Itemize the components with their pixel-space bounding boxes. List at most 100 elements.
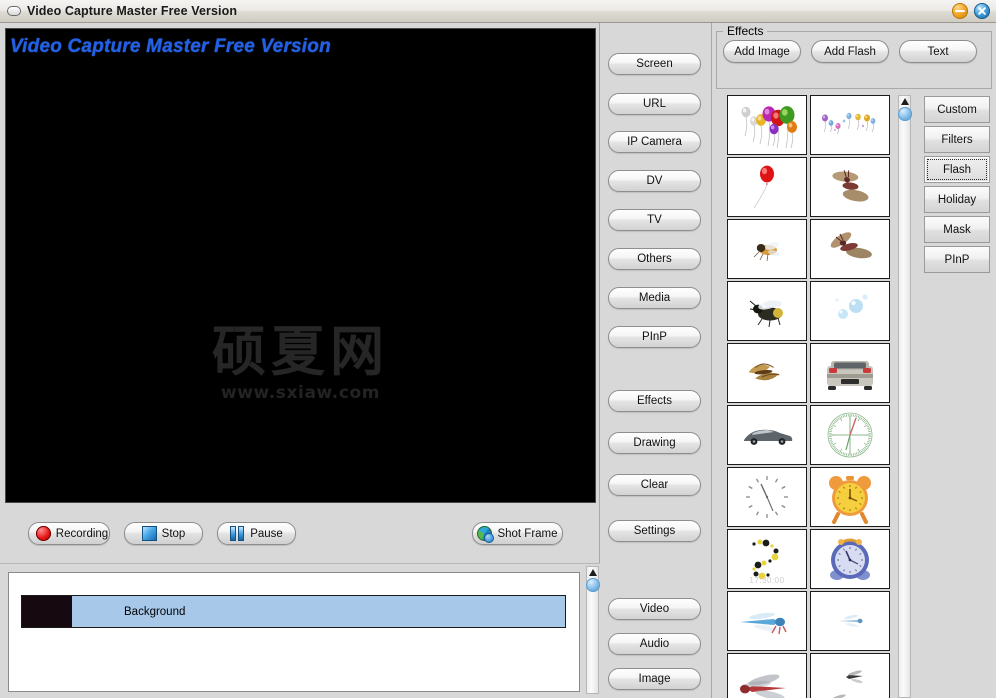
pause-button[interactable]: Pause (217, 522, 296, 545)
shot-frame-button[interactable]: Shot Frame (472, 522, 563, 545)
category-button-label: Filters (941, 133, 973, 146)
track-label: Background (124, 605, 186, 618)
output-button-image[interactable]: Image (608, 668, 701, 690)
effect-thumbnail-moth-side[interactable] (810, 219, 890, 279)
watermark-text-url: www.sxiaw.com (220, 383, 381, 403)
source-button-label: Screen (636, 58, 673, 70)
effect-thumbnail-balloons-cluster[interactable] (727, 95, 807, 155)
timeline-canvas[interactable]: Background (8, 572, 580, 692)
watermark: 硕夏网 www.sxiaw.com (6, 320, 595, 404)
source-button-label: IP Camera (627, 136, 682, 148)
window-title: Video Capture Master Free Version (27, 4, 238, 18)
effect-thumbnail-bubbles[interactable] (810, 281, 890, 341)
output-button-label: Video (639, 603, 670, 615)
source-button-label: URL (642, 98, 666, 110)
add-image-button[interactable]: Add Image (723, 40, 801, 63)
timeline-scrollbar[interactable] (586, 566, 600, 694)
add-flash-button[interactable]: Add Flash (811, 40, 889, 63)
source-button-label: TV (647, 214, 662, 226)
output-button-label: Audio (639, 638, 670, 650)
source-button-label: Others (637, 253, 672, 265)
effect-thumbnail-butterfly-brown[interactable] (727, 343, 807, 403)
track-thumbnail (22, 596, 72, 627)
scroll-up-arrow-icon[interactable] (589, 569, 597, 576)
source-button-label: PInP (642, 331, 667, 343)
close-button[interactable] (974, 3, 990, 19)
effect-thumbnail-dragonfly-small[interactable] (810, 591, 890, 651)
effect-thumbnail-dragonfly-blue[interactable] (727, 591, 807, 651)
output-button-audio[interactable]: Audio (608, 633, 701, 655)
video-overlay-title: Video Capture Master Free Version (10, 36, 331, 57)
source-button-dv[interactable]: DV (608, 170, 701, 192)
category-button-mask[interactable]: Mask (924, 216, 990, 243)
source-button-pinp[interactable]: PInP (608, 326, 701, 348)
effect-thumbnail-digital-clock[interactable]: 17:30:00 (727, 529, 807, 589)
effect-thumbnail-dragonfly-pair[interactable] (810, 653, 890, 698)
text-button[interactable]: Text (899, 40, 977, 63)
category-button-label: PInP (944, 253, 970, 266)
tool-button-label: Settings (633, 525, 676, 537)
output-button-label: Image (638, 673, 671, 685)
scroll-up-arrow-icon[interactable] (901, 98, 909, 105)
effect-thumbnail-car-rear[interactable] (810, 343, 890, 403)
minimize-button[interactable] (952, 3, 968, 19)
source-button-ip-camera[interactable]: IP Camera (608, 131, 701, 153)
effect-thumbnail-bee-small[interactable] (727, 219, 807, 279)
tool-button-drawing[interactable]: Drawing (608, 432, 701, 454)
tool-button-label: Drawing (633, 437, 676, 449)
video-preview[interactable]: Video Capture Master Free Version 硕夏网 ww… (5, 28, 596, 503)
effect-thumbnail-single-red-balloon[interactable] (727, 157, 807, 217)
effect-category-column: Custom Filters Flash Holiday Mask PInP (922, 96, 992, 286)
effects-scrollbar[interactable] (898, 95, 912, 698)
app-window: Video Capture Master Free Version Video … (0, 0, 996, 698)
window-menu-icon[interactable] (7, 6, 21, 16)
effects-legend: Effects (723, 24, 768, 38)
effect-thumbnail-dragonfly-red[interactable] (727, 653, 807, 698)
scroll-thumb[interactable] (586, 578, 600, 592)
effect-thumbnail-car-side[interactable] (727, 405, 807, 465)
source-button-label: Media (638, 292, 671, 304)
stop-button[interactable]: Stop (124, 522, 203, 545)
preview-pane: Video Capture Master Free Version 硕夏网 ww… (0, 23, 600, 563)
output-button-video[interactable]: Video (608, 598, 701, 620)
category-button-flash[interactable]: Flash (924, 156, 990, 183)
category-button-label: Mask (943, 223, 971, 236)
tool-button-effects[interactable]: Effects (608, 390, 701, 412)
effect-thumbnail-analog-clock[interactable] (727, 467, 807, 527)
source-button-tv[interactable]: TV (608, 209, 701, 231)
effect-thumbnail-blue-alarm-clock[interactable] (810, 529, 890, 589)
scroll-thumb[interactable] (898, 107, 912, 121)
source-button-media[interactable]: Media (608, 287, 701, 309)
effect-thumbnail-bee-dark[interactable] (727, 281, 807, 341)
record-icon (35, 526, 51, 541)
effect-thumbnail-alarm-clock[interactable] (810, 467, 890, 527)
effects-thumbnail-grid[interactable]: 17:30:00 (727, 95, 895, 698)
window-controls (952, 3, 990, 19)
stop-icon (141, 526, 157, 541)
category-button-pinp[interactable]: PInP (924, 246, 990, 273)
category-button-custom[interactable]: Custom (924, 96, 990, 123)
add-image-label: Add Image (734, 45, 790, 58)
effect-thumbnail-compass-clock[interactable] (810, 405, 890, 465)
category-button-holiday[interactable]: Holiday (924, 186, 990, 213)
camera-icon (477, 526, 495, 543)
source-button-others[interactable]: Others (608, 248, 701, 270)
title-bar: Video Capture Master Free Version (0, 0, 996, 23)
category-button-label: Flash (942, 163, 972, 176)
text-label: Text (927, 45, 949, 58)
tool-button-settings[interactable]: Settings (608, 520, 701, 542)
category-button-label: Custom (937, 103, 977, 116)
recording-button[interactable]: Recording (28, 522, 110, 545)
shot-frame-button-label: Shot Frame (497, 527, 558, 540)
source-button-column: Screen URL IP Camera DV TV Others Media PInP Eff… (601, 23, 712, 698)
timeline-pane: Background (0, 563, 600, 698)
tool-button-clear[interactable]: Clear (608, 474, 701, 496)
stop-button-label: Stop (161, 527, 186, 540)
effect-thumbnail-balloons-small[interactable] (810, 95, 890, 155)
watermark-text-cn: 硕夏网 (212, 320, 389, 383)
timeline-track-background[interactable]: Background (21, 595, 566, 628)
category-button-filters[interactable]: Filters (924, 126, 990, 153)
source-button-url[interactable]: URL (608, 93, 701, 115)
effect-thumbnail-moth-flying[interactable] (810, 157, 890, 217)
source-button-screen[interactable]: Screen (608, 53, 701, 75)
